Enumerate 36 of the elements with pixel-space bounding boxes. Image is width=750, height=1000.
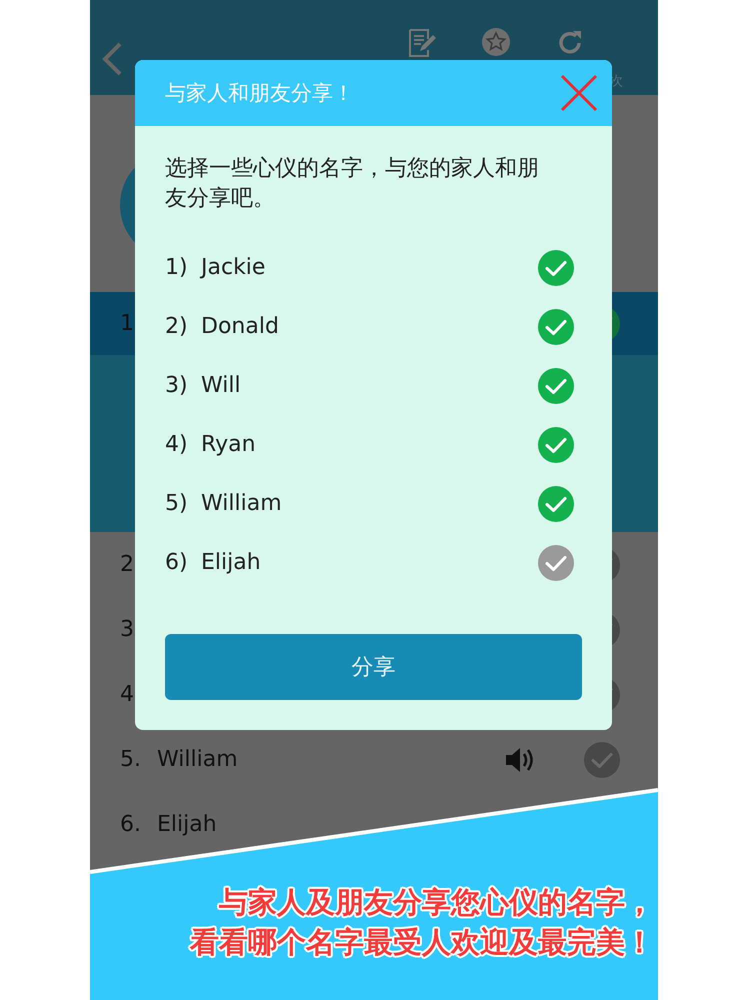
checkbox-icon[interactable] xyxy=(584,742,620,778)
item-number: 4) xyxy=(165,432,189,457)
item-number: 6) xyxy=(165,550,189,575)
item-name: William xyxy=(201,491,282,516)
dialog-description: 选择一些心仪的名字，与您的家人和朋友分享吧。 xyxy=(165,155,540,213)
checkbox-icon[interactable] xyxy=(538,544,574,580)
note-icon[interactable] xyxy=(408,28,436,58)
back-icon[interactable] xyxy=(100,41,124,77)
item-name: Will xyxy=(201,373,241,398)
item-number: 2) xyxy=(165,314,189,339)
share-button[interactable]: 分享 xyxy=(165,634,582,700)
dialog-title: 与家人和朋友分享！ xyxy=(165,80,355,107)
row-name: William xyxy=(157,747,238,772)
checkbox-icon[interactable] xyxy=(538,426,574,462)
checkbox-icon[interactable] xyxy=(538,486,574,522)
row-number: 4 xyxy=(120,682,135,707)
item-number: 3) xyxy=(165,373,189,398)
promo-text: 看看哪个名字最受人欢迎及最完美！ xyxy=(190,924,654,960)
checkbox-icon[interactable] xyxy=(538,250,574,286)
promo-text: 与家人及朋友分享您心仪的名字， xyxy=(219,884,654,920)
row-number: 5. xyxy=(120,747,142,772)
speaker-icon[interactable] xyxy=(504,746,536,774)
item-name: Jackie xyxy=(201,255,266,280)
close-icon[interactable] xyxy=(560,74,598,112)
item-name: Donald xyxy=(201,314,279,339)
checkbox-icon[interactable] xyxy=(538,308,574,344)
row-number: 1 xyxy=(120,311,135,336)
item-name: Ryan xyxy=(201,432,256,457)
checkbox-icon[interactable] xyxy=(538,368,574,404)
row-number: 3 xyxy=(120,617,135,642)
row-number: 2 xyxy=(120,552,135,577)
row-number: 6. xyxy=(120,812,142,837)
item-name: Elijah xyxy=(201,550,261,575)
item-number: 1) xyxy=(165,255,189,280)
row-name: Elijah xyxy=(157,812,217,837)
item-number: 5) xyxy=(165,491,189,516)
